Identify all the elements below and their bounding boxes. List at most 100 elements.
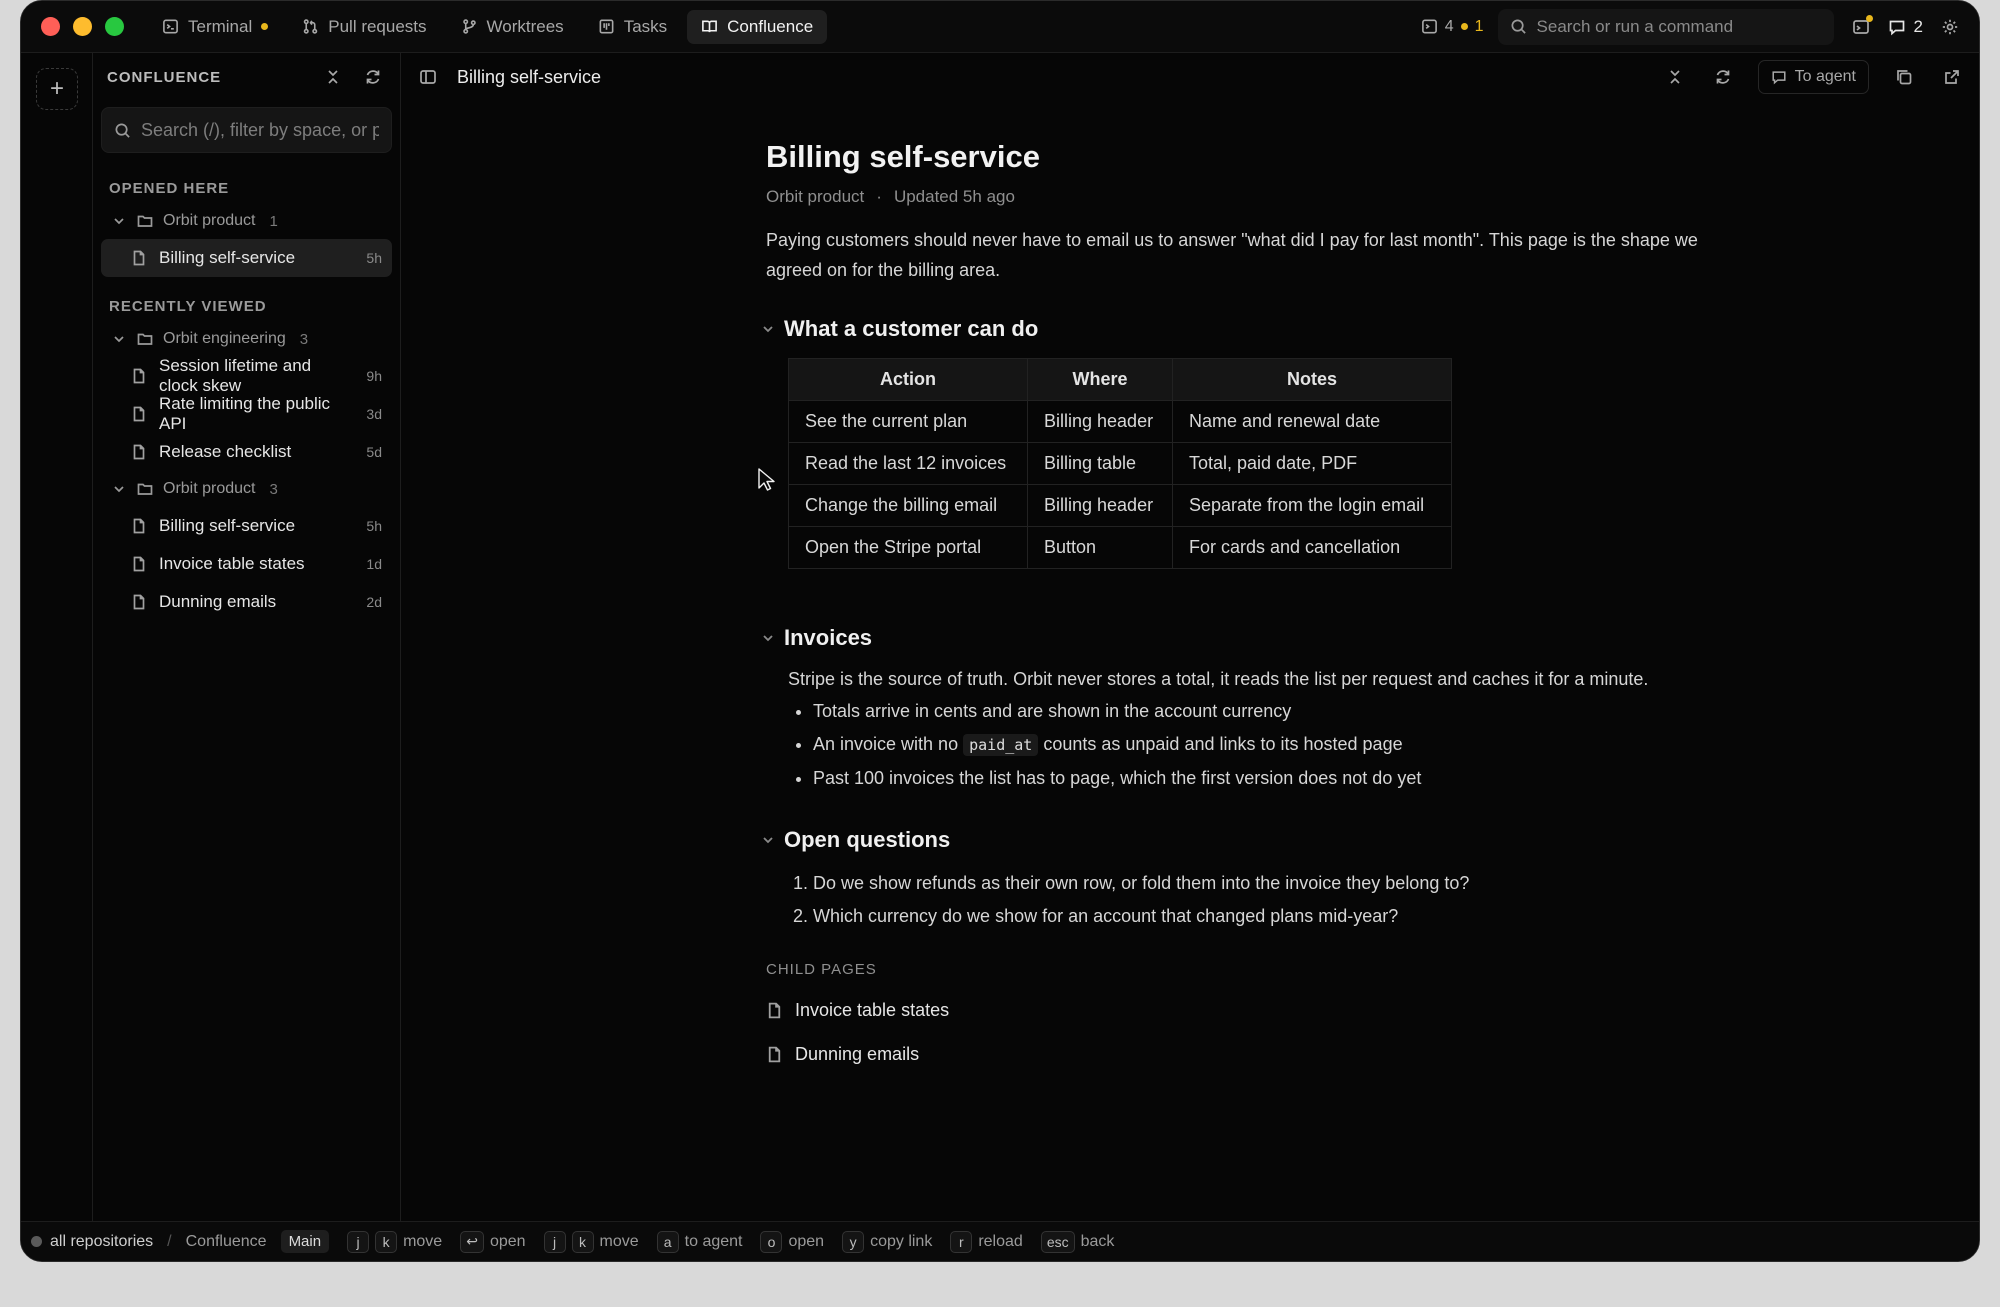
unread-dot: [261, 23, 269, 30]
status-dot: [31, 1236, 42, 1247]
sidebar-search: [101, 107, 392, 153]
document-icon: [133, 594, 145, 610]
status-bar: all repositories / Confluence Main j k m…: [21, 1221, 1979, 1261]
sidebar-doc[interactable]: Dunning emails 2d: [101, 583, 392, 621]
command-search[interactable]: Search or run a command: [1497, 8, 1834, 45]
section-label-recently-viewed: RECENTLY VIEWED: [109, 297, 267, 315]
group-name: Orbit product: [163, 212, 256, 229]
page-content: Billing self-service Orbit product · Upd…: [763, 139, 1746, 1076]
tab-label: Pull requests: [328, 16, 427, 36]
group-orbit-product-opened[interactable]: Orbit product 1: [93, 203, 400, 239]
section-heading-invoices[interactable]: Invoices: [763, 625, 1746, 651]
folder-icon: [137, 215, 153, 227]
reload-page-button[interactable]: [1710, 64, 1736, 90]
tab-terminal[interactable]: Terminal: [148, 10, 282, 44]
settings-button[interactable]: [1937, 14, 1963, 40]
book-icon: [702, 20, 718, 33]
doc-title: Release checklist: [159, 442, 292, 461]
group-name: Orbit engineering: [163, 330, 286, 347]
child-page-link[interactable]: Invoice table states: [766, 988, 1746, 1032]
collapse-all-button[interactable]: [320, 64, 346, 90]
section-heading-open-questions[interactable]: Open questions: [763, 827, 1746, 853]
branch-pill[interactable]: Main: [280, 1230, 330, 1253]
sidebar-doc[interactable]: Billing self-service 5h: [101, 507, 392, 545]
doc-title: Invoice table states: [159, 554, 305, 573]
new-workspace-button[interactable]: +: [36, 68, 78, 110]
sidebar-doc[interactable]: Release checklist 5d: [101, 433, 392, 471]
group-count: 3: [299, 330, 309, 348]
section-customer: Action Where Notes See the current plan …: [788, 358, 1746, 569]
collapse-sections-button[interactable]: [1662, 64, 1688, 90]
tab-confluence[interactable]: Confluence: [687, 9, 828, 44]
hint-to-agent: a to agent: [656, 1230, 743, 1253]
hint-label: copy link: [870, 1232, 933, 1250]
group-orbit-engineering[interactable]: Orbit engineering 3: [93, 321, 400, 357]
document-icon: [768, 1002, 781, 1018]
hint-label: to agent: [684, 1232, 743, 1250]
agent-inbox-button[interactable]: [1848, 14, 1874, 40]
chevron-down-icon: [763, 837, 773, 844]
messages-count: 2: [1913, 16, 1923, 36]
group-count: 3: [269, 480, 278, 498]
chevron-down-icon: [114, 218, 124, 225]
sidebar-icon: [420, 70, 436, 84]
doc-age: 1d: [366, 556, 382, 572]
tab-worktrees[interactable]: Worktrees: [447, 10, 578, 44]
doc-age: 5h: [366, 518, 382, 534]
hint-back: esc back: [1040, 1230, 1114, 1253]
messages-button[interactable]: 2: [1888, 17, 1923, 37]
close-window-button[interactable]: [41, 17, 60, 36]
document-icon: [133, 368, 145, 384]
sidebar-search-input[interactable]: [141, 119, 379, 141]
doc-title: Session lifetime and clock skew: [159, 356, 312, 395]
tab-pull-requests[interactable]: Pull requests: [288, 10, 440, 44]
status-app: Confluence: [185, 1232, 267, 1250]
table-cell: Open the Stripe portal: [788, 526, 1028, 569]
tab-label: Tasks: [623, 16, 668, 36]
invoices-bullets: Totals arrive in cents and are shown in …: [788, 695, 1746, 795]
tab-tasks[interactable]: Tasks: [584, 10, 681, 44]
page-space[interactable]: Orbit product: [766, 187, 864, 207]
sidebar-doc[interactable]: Rate limiting the public API 3d: [101, 394, 392, 433]
copy-button[interactable]: [1891, 64, 1917, 90]
document-icon: [133, 444, 145, 460]
refresh-button[interactable]: [360, 64, 386, 90]
external-link-icon: [1945, 70, 1959, 84]
to-agent-button[interactable]: To agent: [1757, 60, 1869, 94]
list-item: Which currency do we show for an account…: [813, 900, 1746, 933]
key-cap: y: [842, 1230, 865, 1253]
sidebar-doc[interactable]: Session lifetime and clock skew 9h: [101, 356, 392, 395]
document-icon: [133, 556, 145, 572]
hint-label: move: [599, 1232, 639, 1250]
table-cell: Name and renewal date: [1172, 400, 1452, 443]
doc-title: Billing self-service: [159, 248, 296, 267]
sidebar-doc[interactable]: Invoice table states 1d: [101, 545, 392, 583]
child-pages-label: CHILD PAGES: [766, 961, 877, 978]
hint-label: reload: [978, 1232, 1023, 1250]
table-row: Change the billing email Billing header …: [788, 484, 1452, 527]
table-cell: For cards and cancellation: [1172, 526, 1452, 569]
app-window: Terminal Pull requests Worktrees Tasks C…: [20, 0, 1980, 1262]
sidebar-doc-billing-self-service[interactable]: Billing self-service 5h: [101, 239, 392, 277]
repo-scope[interactable]: all repositories: [50, 1233, 153, 1251]
open-external-button[interactable]: [1939, 64, 1965, 90]
hint-move: j k move: [347, 1230, 442, 1253]
minimize-window-button[interactable]: [73, 17, 92, 36]
agent-counter[interactable]: 4 1: [1421, 18, 1484, 36]
invoices-paragraph: Stripe is the source of truth. Orbit nev…: [788, 669, 1649, 689]
heading-text: Invoices: [784, 625, 873, 650]
sidebar-title: CONFLUENCE: [107, 68, 222, 86]
app-tabs: Terminal Pull requests Worktrees Tasks C…: [148, 9, 828, 44]
copy-icon: [1897, 70, 1912, 85]
hint-label: open: [489, 1232, 526, 1250]
table-row: See the current plan Billing header Name…: [788, 400, 1452, 443]
page-title: Billing self-service: [766, 139, 1040, 174]
group-orbit-product-recent[interactable]: Orbit product 3: [93, 471, 400, 507]
breadcrumb: Billing self-service: [457, 66, 602, 87]
section-heading-customer[interactable]: What a customer can do: [763, 316, 1746, 342]
meta-separator: ·: [876, 187, 882, 206]
child-page-link[interactable]: Dunning emails: [766, 1032, 1746, 1076]
zoom-window-button[interactable]: [105, 17, 124, 36]
chevron-down-icon: [114, 336, 124, 343]
toggle-sidebar-button[interactable]: [415, 64, 441, 90]
